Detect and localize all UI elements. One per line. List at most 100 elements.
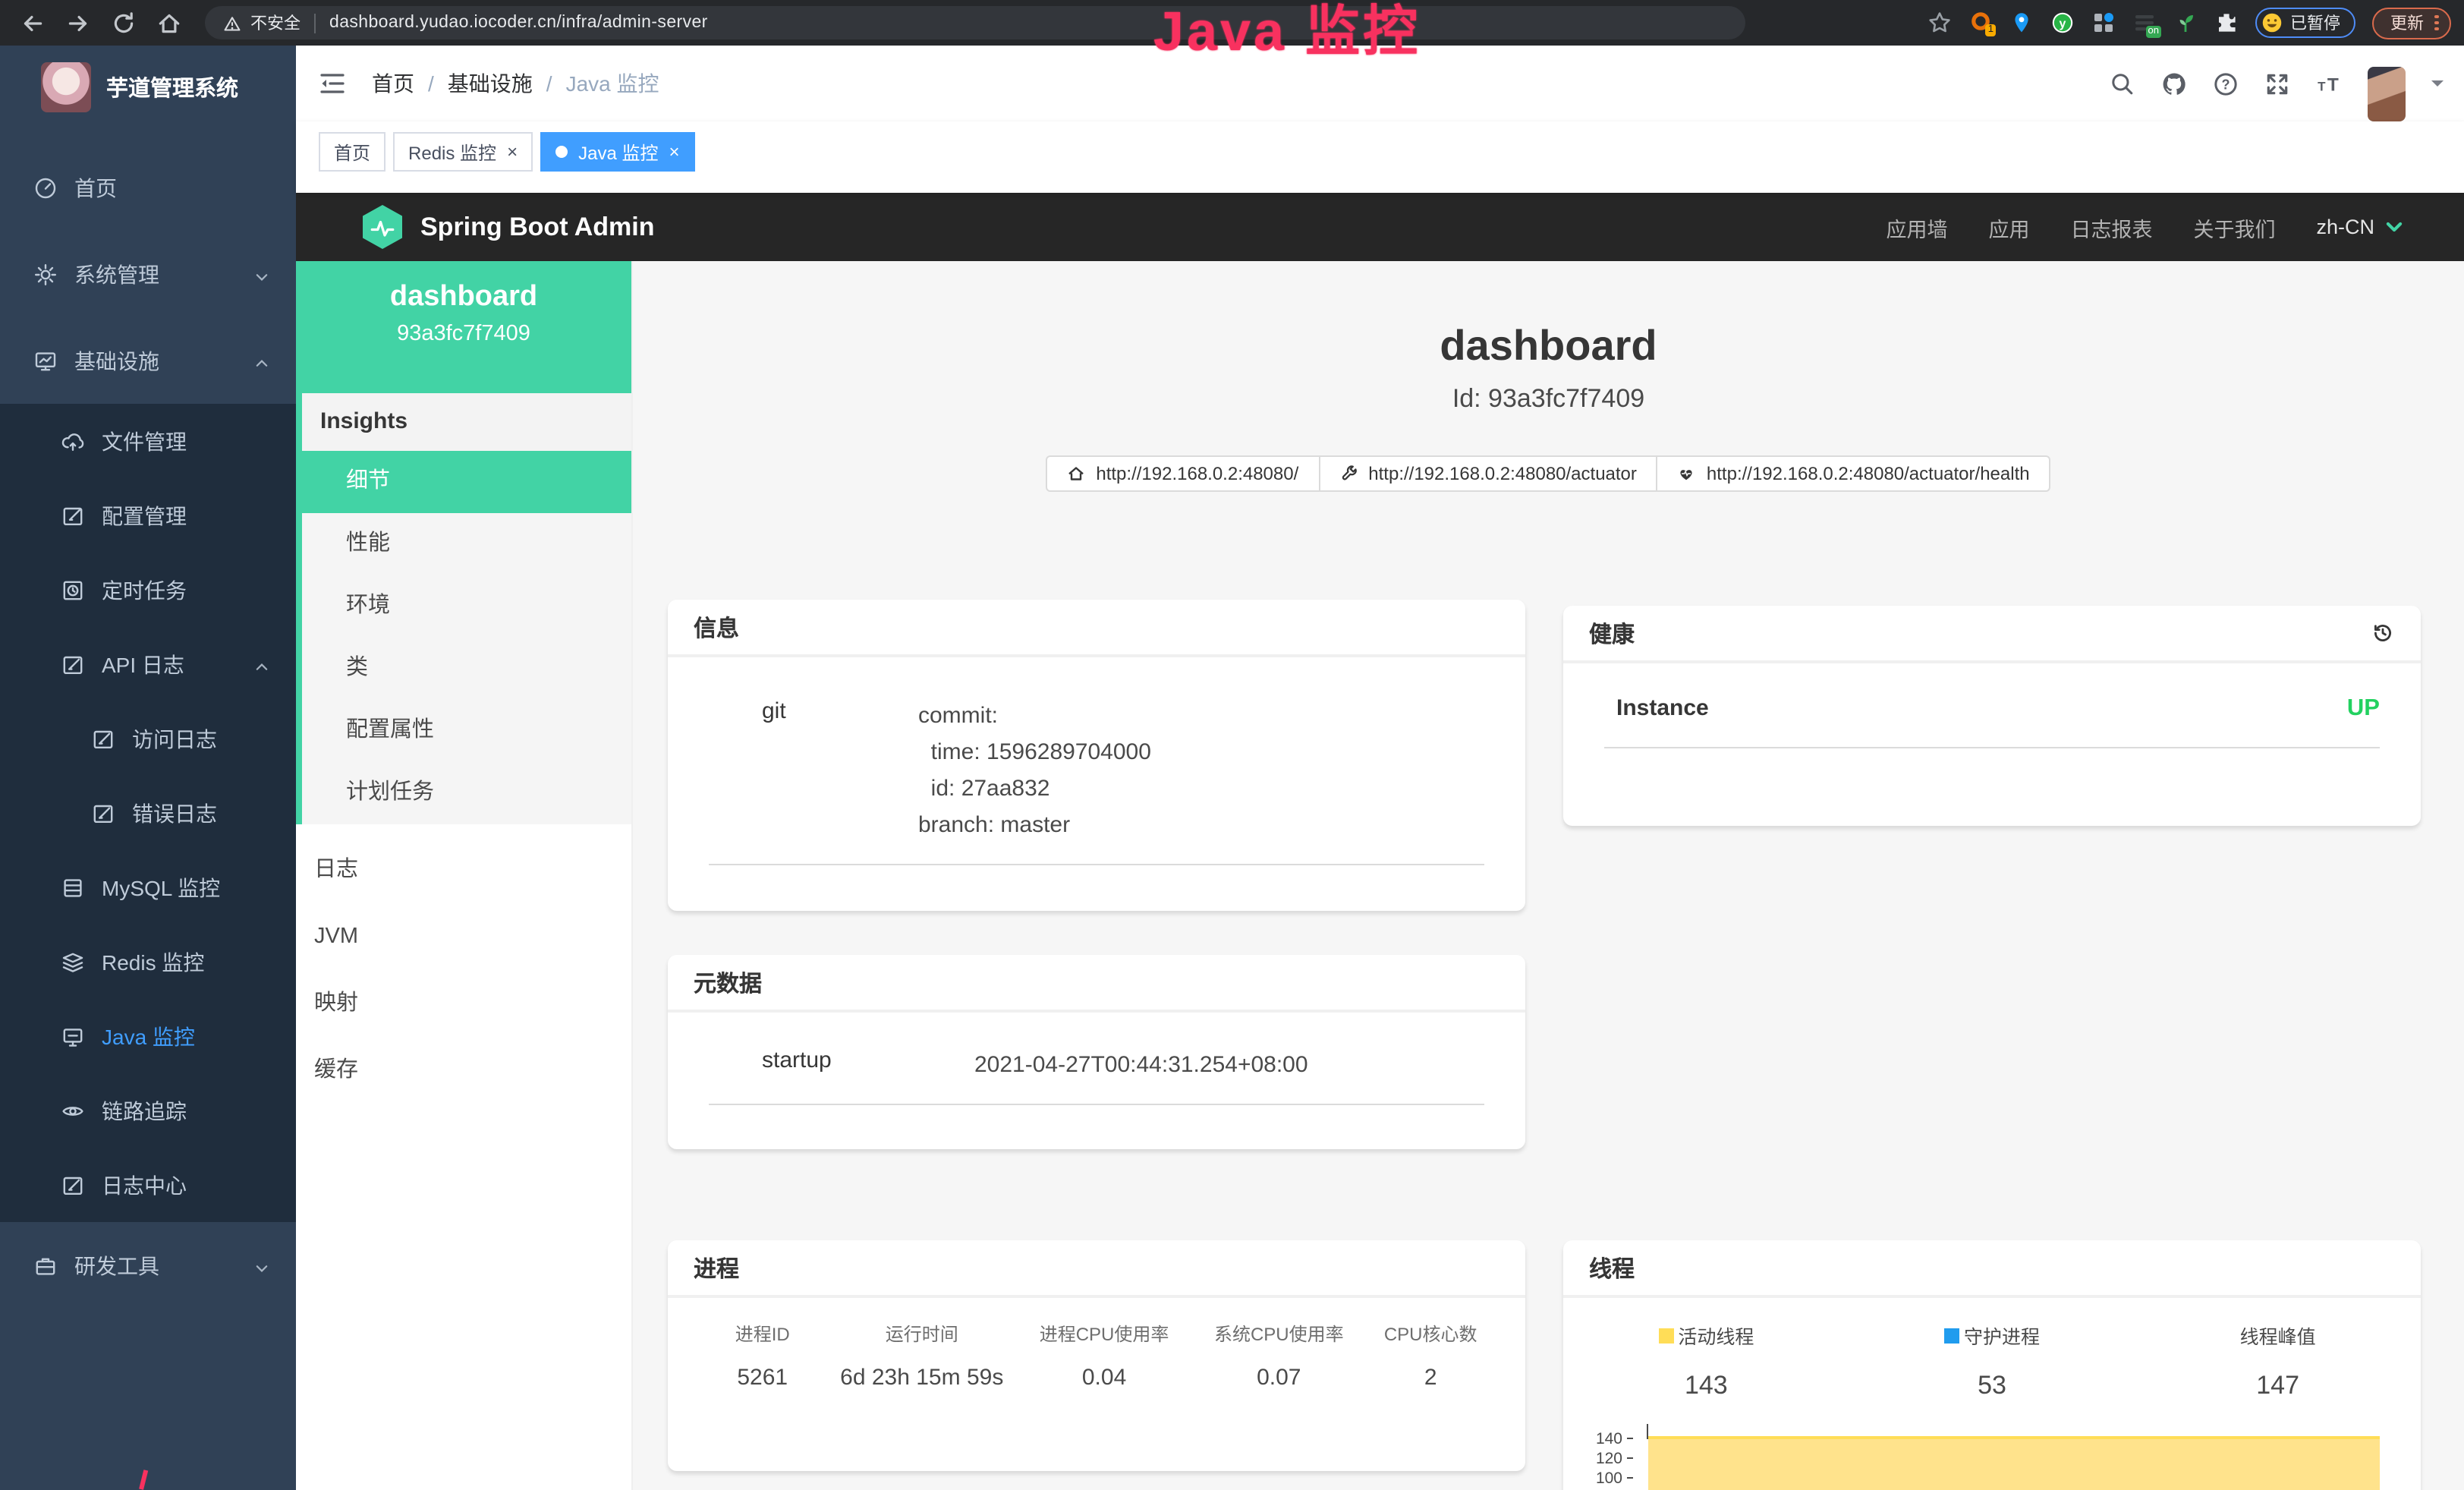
sba-language-select[interactable]: zh-CN (2316, 216, 2403, 238)
sidebar-item-trace[interactable]: 链路追踪 (0, 1073, 296, 1148)
address-bar[interactable]: 不安全 dashboard.yudao.iocoder.cn/infra/adm… (205, 6, 1745, 39)
sidebar-item-java[interactable]: Java 监控 (0, 999, 296, 1073)
sidebar-item-label: 配置管理 (102, 500, 187, 531)
sidebar-item-infra[interactable]: 基础设施 (0, 317, 296, 404)
paused-profile-chip[interactable]: 已暂停 (2255, 8, 2355, 38)
chevron-up-icon (253, 352, 270, 369)
stat-label: 活动线程 (1678, 1321, 1754, 1350)
browser-home-icon[interactable] (156, 10, 182, 36)
heartbeat-icon (1678, 465, 1696, 483)
font-size-icon[interactable]: TT (2315, 71, 2341, 96)
user-avatar[interactable] (2367, 67, 2405, 121)
extension-badge-on: on (2146, 26, 2161, 38)
sidebar-item-job[interactable]: 定时任务 (0, 553, 296, 627)
tab-close-icon[interactable]: × (669, 143, 679, 161)
sba-nav-journal[interactable]: 日志报表 (2070, 212, 2152, 242)
sba-item-config-props[interactable]: 配置属性 (296, 700, 631, 762)
avatar-caret-icon[interactable] (2431, 80, 2443, 93)
app-title: 芋道管理系统 (106, 71, 238, 103)
sidebar-item-label: 研发工具 (74, 1250, 159, 1281)
instance-header[interactable]: dashboard 93a3fc7f7409 (296, 261, 631, 393)
health-url-button[interactable]: http://192.168.0.2:48080/actuator/health (1657, 455, 2051, 492)
tab-label: Redis 监控 (408, 139, 496, 165)
sba-item-logs[interactable]: 日志 (296, 836, 631, 903)
sba-nav-wall[interactable]: 应用墙 (1886, 212, 1947, 242)
history-icon[interactable] (2371, 621, 2395, 645)
service-url-button[interactable]: http://192.168.0.2:48080/ (1046, 455, 1320, 492)
stat-label: 守护进程 (1964, 1321, 2040, 1350)
health-key: Instance (1604, 695, 1709, 723)
tab-java[interactable]: Java 监控 × (540, 132, 694, 172)
thread-stats: 活动线程 143 守护进程 53 线程峰值 (1563, 1321, 2421, 1401)
sba-item-details[interactable]: 细节 (296, 451, 631, 513)
extension-colorzilla-icon[interactable]: 1 (1968, 11, 1993, 35)
tab-close-icon[interactable]: × (507, 143, 518, 161)
sba-item-classes[interactable]: 类 (296, 638, 631, 700)
sidebar-item-access-log[interactable]: 访问日志 (0, 701, 296, 776)
sba-item-caches[interactable]: 缓存 (296, 1037, 631, 1104)
sba-item-metrics[interactable]: 性能 (296, 513, 631, 575)
sidebar-item-label: 首页 (74, 172, 117, 203)
sidebar-item-label: 文件管理 (102, 426, 187, 456)
sidebar-item-log-center[interactable]: 日志中心 (0, 1148, 296, 1222)
sba-item-mappings[interactable]: 映射 (296, 970, 631, 1037)
chevron-down-icon (253, 266, 270, 282)
chevron-up-icon (253, 656, 270, 673)
sba-body: dashboard 93a3fc7f7409 Insights 细节 性能 环境… (296, 261, 2464, 1490)
fullscreen-icon[interactable] (2264, 71, 2289, 96)
extensions-puzzle-icon[interactable] (2214, 11, 2239, 35)
sba-nav-about[interactable]: 关于我们 (2193, 212, 2275, 242)
cloud-upload-icon (61, 429, 85, 453)
tabs-bar: 首页 Redis 监控 × Java 监控 × (296, 121, 2464, 193)
tab-redis[interactable]: Redis 监控 × (393, 132, 533, 172)
sidebar-item-redis[interactable]: Redis 监控 (0, 925, 296, 999)
stat-value: 143 (1563, 1370, 1849, 1400)
extension-y-icon[interactable]: y (2050, 11, 2075, 35)
page-title: dashboard (633, 322, 2464, 370)
sidebar-item-home[interactable]: 首页 (0, 144, 296, 231)
sba-item-jvm[interactable]: JVM (296, 903, 631, 970)
browser-reload-icon[interactable] (111, 10, 137, 36)
browser-forward-icon[interactable] (65, 10, 91, 36)
github-icon[interactable] (2160, 71, 2186, 96)
page-instance-id: Id: 93a3fc7f7409 (633, 384, 2464, 414)
metadata-card: 元数据 startup 2021-04-27T00:44:31.254+08:0… (668, 955, 1525, 1149)
sidebar-item-label: API 日志 (102, 649, 184, 679)
sba-nav-applications[interactable]: 应用 (1988, 212, 2029, 242)
tab-home[interactable]: 首页 (319, 132, 385, 172)
extension-pin-icon[interactable] (2009, 11, 2034, 35)
svg-text:y: y (2060, 17, 2066, 30)
sidebar-item-error-log[interactable]: 错误日志 (0, 776, 296, 850)
process-value-system-cpu: 0.07 (1191, 1350, 1366, 1392)
actuator-url-button[interactable]: http://192.168.0.2:48080/actuator (1318, 455, 1658, 492)
sba-logo-icon (363, 205, 402, 249)
cards-column-right: 健康 Instance UP (1563, 606, 2421, 1490)
sidebar-item-file[interactable]: 文件管理 (0, 404, 296, 478)
sba-item-scheduled[interactable]: 计划任务 (296, 762, 631, 824)
sidebar-collapse-icon[interactable] (319, 70, 346, 97)
browser-update-button[interactable]: 更新 (2372, 7, 2450, 39)
sidebar-item-system[interactable]: 系统管理 (0, 231, 296, 317)
breadcrumb-home[interactable]: 首页 (372, 68, 414, 99)
bookmark-star-icon[interactable] (1927, 11, 1952, 35)
sidebar-item-devtools[interactable]: 研发工具 (0, 1222, 296, 1309)
sidebar-item-config[interactable]: 配置管理 (0, 478, 296, 553)
sidebar-item-mysql[interactable]: MySQL 监控 (0, 850, 296, 925)
git-time-line: time: 1596289704000 (918, 735, 1151, 771)
breadcrumb-current: Java 监控 (566, 68, 659, 99)
extension-switch-on-icon[interactable]: on (2132, 11, 2157, 35)
sba-group-insights: Insights (296, 393, 631, 451)
breadcrumb-infra[interactable]: 基础设施 (448, 68, 533, 99)
tab-label: Java 监控 (578, 139, 658, 165)
extension-sprout-icon[interactable] (2173, 11, 2198, 35)
sba-item-env[interactable]: 环境 (296, 575, 631, 638)
extension-grid-icon[interactable] (2091, 11, 2116, 35)
monitor-chart-icon (33, 348, 58, 373)
browser-back-icon[interactable] (20, 10, 46, 36)
help-icon[interactable]: ? (2212, 71, 2238, 96)
y-axis-tick: 100 (1584, 1470, 1633, 1488)
app-logo-row[interactable]: 芋道管理系统 (0, 46, 296, 129)
svg-text:T: T (2317, 79, 2325, 93)
sidebar-item-api-log[interactable]: API 日志 (0, 627, 296, 701)
search-icon[interactable] (2109, 71, 2135, 96)
